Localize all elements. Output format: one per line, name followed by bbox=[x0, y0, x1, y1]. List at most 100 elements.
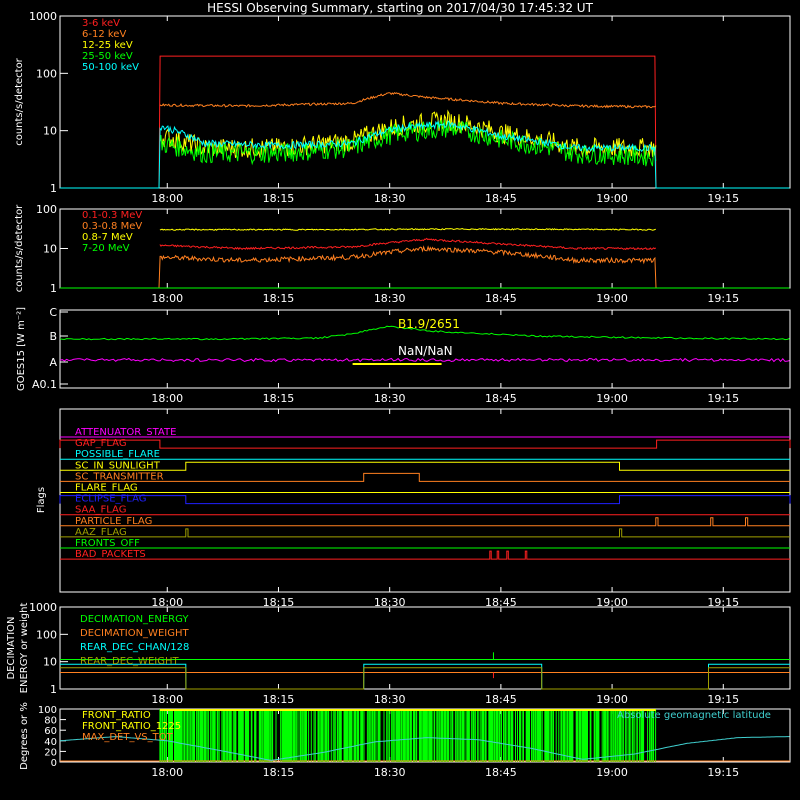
goes-xtick-label: 19:15 bbox=[707, 392, 739, 405]
counts_low-xtick-label: 19:00 bbox=[596, 192, 628, 205]
decimation-ytick-label: 1000 bbox=[29, 601, 57, 614]
flag-label-particle_flag: PARTICLE_FLAG bbox=[75, 516, 152, 527]
counts_high-legend-item: 0.3-0.8 MeV bbox=[82, 221, 142, 232]
decimation-xtick-label: 18:00 bbox=[151, 693, 183, 706]
counts_low-xtick-label: 18:15 bbox=[263, 192, 295, 205]
flag-label-fronts_off: FRONTS_OFF bbox=[75, 538, 140, 549]
goes-xtick-label: 18:30 bbox=[374, 392, 406, 405]
flag-label-flare_flag: FLARE_FLAG bbox=[75, 483, 138, 494]
counts_low-legend-item: 50-100 keV bbox=[82, 62, 139, 73]
counts_low-ytick-label: 100 bbox=[36, 67, 57, 80]
flag-trace-particle_flag bbox=[60, 517, 790, 527]
decimation-ytick-label: 1 bbox=[50, 683, 57, 696]
counts_low-xtick-label: 18:30 bbox=[374, 192, 406, 205]
goes-ytick-label: A bbox=[49, 356, 57, 369]
ratios-ytick-label: 80 bbox=[44, 716, 57, 727]
ratios-legend-item: MAX_DET_VS_TOT bbox=[82, 732, 174, 743]
flag-trace-sc_in_sunlight bbox=[60, 461, 790, 471]
counts_high-frame bbox=[59, 208, 791, 289]
counts_low-series-0 bbox=[60, 55, 790, 189]
decimation-legend-item: DECIMATION_WEIGHT bbox=[80, 628, 189, 639]
flag-label-aaz_flag: AAZ_FLAG bbox=[75, 527, 127, 538]
decimation-xtick-label: 18:45 bbox=[485, 693, 517, 706]
ratios-xtick-label: 19:00 bbox=[596, 766, 628, 779]
goes-xtick-label: 18:00 bbox=[151, 392, 183, 405]
flag-label-attenuator_state: ATTENUATOR_STATE bbox=[75, 427, 176, 438]
ratios-xtick-label: 18:45 bbox=[485, 766, 517, 779]
flag-label-possible_flare: POSSIBLE_FLARE bbox=[75, 449, 160, 460]
goes-ytick-label: C bbox=[49, 306, 57, 319]
counts_low-legend-item: 3-6 keV bbox=[82, 18, 120, 29]
counts_high-xtick-label: 18:30 bbox=[374, 292, 406, 305]
decimation-legend-item: REAR_DEC_CHAN/128 bbox=[80, 642, 189, 653]
counts_high-xtick-label: 18:15 bbox=[263, 292, 295, 305]
flag-label-bad_packets: BAD_PACKETS bbox=[75, 549, 146, 560]
goes-xtick-label: 18:15 bbox=[263, 392, 295, 405]
flag-trace-gap_flag bbox=[59, 439, 791, 449]
goes-ylabel: GOES15 [W m⁻²] bbox=[16, 307, 27, 391]
counts_low-xtick-label: 18:00 bbox=[151, 192, 183, 205]
counts_high-ylabel: counts/s/detector bbox=[14, 204, 25, 292]
ratios-legend-item: FRONT_RATIO bbox=[82, 710, 151, 721]
counts_high-ytick-label: 100 bbox=[36, 203, 57, 216]
ratios-xtick-label: 18:30 bbox=[374, 766, 406, 779]
counts_high-xtick-label: 18:45 bbox=[485, 292, 517, 305]
counts_high-series-1 bbox=[60, 245, 790, 289]
decimation-legend-item: DECIMATION_ENERGY bbox=[80, 614, 189, 625]
ratios-ytick-label: 40 bbox=[44, 737, 57, 748]
counts_low-xtick-label: 18:45 bbox=[485, 192, 517, 205]
counts_low-ytick-label: 10 bbox=[43, 125, 57, 138]
counts_high-legend-item: 0.1-0.3 MeV bbox=[82, 210, 142, 221]
counts_high-series-2 bbox=[159, 227, 656, 231]
ratios-ytick-label: 0 bbox=[51, 758, 57, 769]
counts_high-xtick-label: 18:00 bbox=[151, 292, 183, 305]
counts_high-ytick-label: 1 bbox=[50, 282, 57, 295]
goes-annotation: B1.9/2651 bbox=[398, 317, 460, 331]
decimation-series-3 bbox=[60, 667, 790, 690]
counts_low-frame bbox=[59, 15, 791, 189]
decimation-ylabel: ENERGY or weight bbox=[19, 603, 30, 694]
decimation-xtick-label: 18:15 bbox=[263, 693, 295, 706]
flag-label-sc_transmitter: SC_TRANSMITTER bbox=[75, 471, 164, 482]
decimation-legend-item: REAR_DEC_WEIGHT bbox=[80, 656, 179, 667]
flags-ylabel: Flags bbox=[36, 487, 47, 513]
counts_low-xtick-label: 19:15 bbox=[707, 192, 739, 205]
counts_low-ytick-label: 1000 bbox=[29, 10, 57, 23]
goes-xtick-label: 18:45 bbox=[485, 392, 517, 405]
flag-label-sc_in_sunlight: SC_IN_SUNLIGHT bbox=[75, 460, 161, 471]
hessi-summary-chart: HESSI Observing Summary, starting on 201… bbox=[6, 1, 791, 779]
decimation-ytick-label: 100 bbox=[36, 628, 57, 641]
ratios-series-front bbox=[159, 709, 657, 762]
counts_high-legend-item: 0.8-7 MeV bbox=[82, 232, 133, 243]
goes-annotation: NaN/NaN bbox=[398, 344, 453, 358]
chart-title: HESSI Observing Summary, starting on 201… bbox=[207, 1, 593, 15]
flag-trace-aaz_flag bbox=[60, 528, 790, 538]
counts_high-xtick-label: 19:00 bbox=[596, 292, 628, 305]
counts_high-legend-item: 7-20 MeV bbox=[82, 243, 130, 254]
ratios-legend-item: FRONT_RATIO_1225 bbox=[82, 721, 181, 732]
decimation-ytick-label: 10 bbox=[43, 656, 57, 669]
counts_low-ylabel: counts/s/detector bbox=[14, 57, 25, 145]
ratios-ytick-label: 100 bbox=[38, 705, 57, 716]
counts_low-legend-item: 6-12 keV bbox=[82, 29, 126, 40]
goes-series-short bbox=[59, 357, 790, 363]
counts_high-ytick-label: 10 bbox=[43, 243, 57, 256]
counts_high-xtick-label: 19:15 bbox=[707, 292, 739, 305]
ratios-ytick-label: 20 bbox=[44, 747, 57, 758]
counts_low-ytick-label: 1 bbox=[50, 182, 57, 195]
ratios-ylabel: Degrees or % bbox=[19, 702, 30, 770]
decimation-ylabel-a: DECIMATION bbox=[6, 616, 17, 679]
ratios-legend-item: Absolute geomagnetic latitude bbox=[617, 710, 771, 721]
counts_high-series-0 bbox=[159, 237, 657, 251]
counts_low-legend-item: 25-50 keV bbox=[82, 51, 133, 62]
ratios-xtick-label: 18:15 bbox=[263, 766, 295, 779]
decimation-xtick-label: 18:30 bbox=[374, 693, 406, 706]
goes-ytick-label: A0.1 bbox=[32, 378, 57, 391]
ratios-xtick-label: 19:15 bbox=[707, 766, 739, 779]
counts_low-legend-item: 12-25 keV bbox=[82, 40, 133, 51]
goes-ytick-label: B bbox=[49, 330, 57, 343]
decimation-xtick-label: 19:00 bbox=[596, 693, 628, 706]
counts_low-series-1 bbox=[159, 92, 657, 109]
flag-trace-sc_transmitter bbox=[60, 472, 790, 482]
ratios-xtick-label: 18:00 bbox=[151, 766, 183, 779]
